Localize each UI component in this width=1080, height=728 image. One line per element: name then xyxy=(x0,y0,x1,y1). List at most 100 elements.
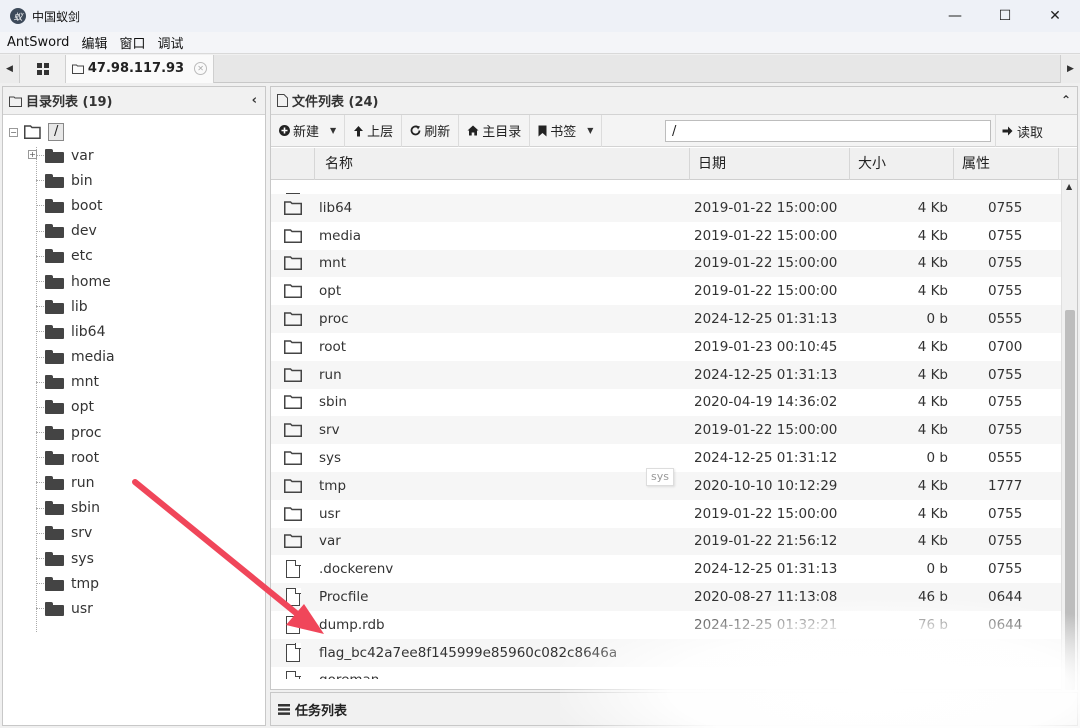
tree-item-proc[interactable]: proc xyxy=(3,420,265,445)
read-button[interactable]: 读取 xyxy=(995,115,1049,147)
file-list-scrollbar[interactable]: ▲ xyxy=(1061,180,1077,691)
tree-item-usr[interactable]: usr xyxy=(3,596,265,621)
grid-icon xyxy=(36,62,49,75)
column-header-attr[interactable]: 属性 xyxy=(954,148,1059,180)
tree-item-media[interactable]: media xyxy=(3,345,265,370)
tree-item-label: lib xyxy=(71,298,88,315)
tab-home[interactable] xyxy=(20,54,66,83)
tree-item-bin[interactable]: bin xyxy=(3,168,265,193)
table-row[interactable]: sbin 2020-04-19 14:36:02 4 Kb 0755 xyxy=(271,389,1061,417)
file-name: tmp xyxy=(319,477,347,494)
list-icon xyxy=(278,703,290,715)
table-row[interactable]: usr 2019-01-22 15:00:00 4 Kb 0755 xyxy=(271,500,1061,528)
table-row[interactable]: .dockerenv 2024-12-25 01:31:13 0 b 0755 xyxy=(271,555,1061,583)
tab-close-icon[interactable]: ✕ xyxy=(194,62,208,75)
table-row[interactable]: root 2019-01-23 00:10:45 4 Kb 0700 xyxy=(271,333,1061,361)
tree-item-tmp[interactable]: tmp xyxy=(3,571,265,596)
folder-icon xyxy=(271,534,315,549)
scroll-thumb[interactable] xyxy=(1065,310,1075,690)
tree-item-dev[interactable]: dev xyxy=(3,219,265,244)
scroll-up-icon[interactable]: ▲ xyxy=(1066,182,1072,191)
tree-item-boot[interactable]: boot xyxy=(3,193,265,218)
tree-item-etc[interactable]: etc xyxy=(3,244,265,269)
table-row[interactable]: Procfile 2020-08-27 11:13:08 46 b 0644 xyxy=(271,583,1061,611)
table-row[interactable]: srv 2019-01-22 15:00:00 4 Kb 0755 xyxy=(271,416,1061,445)
folder-icon xyxy=(45,450,64,465)
tab-bar: ◀ 47.98.117.93 ✕ ▶ xyxy=(0,54,1080,83)
tree-item-opt[interactable]: opt xyxy=(3,395,265,420)
file-attr: 0644 xyxy=(988,616,1023,633)
tree-item-label: mnt xyxy=(71,374,99,391)
refresh-icon xyxy=(410,125,421,136)
tree-root-label[interactable]: / xyxy=(48,123,65,141)
tree-item-sys[interactable]: sys xyxy=(3,546,265,571)
tree-item-label: run xyxy=(71,475,95,492)
tree-item-run[interactable]: run xyxy=(3,470,265,495)
menu-debug[interactable]: 调试 xyxy=(151,33,189,52)
table-row[interactable]: mnt 2019-01-22 15:00:00 4 Kb 0755 xyxy=(271,249,1061,278)
file-name: sys xyxy=(319,450,342,467)
menu-window[interactable]: 窗口 xyxy=(113,33,151,52)
directory-tree: − / + var bin boot dev etc home lib lib64 media mn… xyxy=(3,115,265,632)
table-row[interactable]: dump.rdb 2024-12-25 01:32:21 76 b 0644 xyxy=(271,611,1061,639)
table-row[interactable]: flag_bc42a7ee8f145999e85960c082c8646a xyxy=(271,638,1061,667)
tab-scroll-right-button[interactable]: ▶ xyxy=(1060,54,1080,83)
file-date: 2019-01-22 15:00:00 xyxy=(694,422,838,439)
home-dir-button[interactable]: 主目录 xyxy=(459,114,531,147)
close-button[interactable]: ✕ xyxy=(1030,0,1080,32)
tree-item-lib64[interactable]: lib64 xyxy=(3,319,265,344)
collapse-file-panel-button[interactable]: ⌃ xyxy=(1061,93,1071,107)
file-size: 4 Kb xyxy=(917,366,948,383)
task-panel[interactable]: 任务列表 xyxy=(270,692,1078,726)
folder-icon xyxy=(271,312,315,327)
tree-item-root[interactable]: root xyxy=(3,445,265,470)
tree-item-label: sbin xyxy=(71,500,100,517)
file-attr: 0755 xyxy=(988,533,1023,550)
tree-expand-toggle[interactable]: + xyxy=(28,150,37,159)
menu-antsword[interactable]: AntSword xyxy=(0,35,75,50)
tab-host[interactable]: 47.98.117.93 ✕ xyxy=(66,54,214,83)
folder-icon xyxy=(271,395,315,410)
tree-item-mnt[interactable]: mnt xyxy=(3,370,265,395)
tab-scroll-left-button[interactable]: ◀ xyxy=(0,54,20,83)
minimize-button[interactable]: — xyxy=(930,0,980,32)
tree-guide-line xyxy=(36,155,44,156)
file-size: 4 Kb xyxy=(917,227,948,244)
tree-guide-line xyxy=(36,457,44,459)
path-input[interactable] xyxy=(665,120,991,142)
file-icon xyxy=(271,559,315,579)
file-panel-title: 文件列表 (24) xyxy=(292,95,379,110)
file-size: 4 Kb xyxy=(917,533,948,550)
column-header-size[interactable]: 大小 xyxy=(850,148,954,180)
tree-item-lib[interactable]: lib xyxy=(3,294,265,319)
tree-item-home[interactable]: home xyxy=(3,269,265,294)
table-row[interactable]: opt 2019-01-22 15:00:00 4 Kb 0755 xyxy=(271,277,1061,305)
maximize-button[interactable]: ☐ xyxy=(980,0,1030,32)
arrow-right-icon xyxy=(1002,126,1013,136)
tree-item-var[interactable]: + var xyxy=(3,143,265,168)
menu-edit[interactable]: 编辑 xyxy=(75,33,113,52)
new-button-label: 新建 xyxy=(293,125,320,140)
column-header-name[interactable]: 名称 xyxy=(315,148,690,180)
collapse-left-panel-button[interactable]: ‹ xyxy=(252,93,257,108)
tree-item-sbin[interactable]: sbin xyxy=(3,496,265,521)
new-button[interactable]: 新建 ▼ xyxy=(271,114,346,147)
tree-item-srv[interactable]: srv xyxy=(3,521,265,546)
bookmark-button[interactable]: 书签 ▼ xyxy=(530,114,603,147)
caret-down-icon: ▼ xyxy=(587,126,594,135)
tree-guide-line xyxy=(36,608,44,610)
table-row[interactable]: var 2019-01-22 21:56:12 4 Kb 0755 xyxy=(271,527,1061,556)
tree-root[interactable]: − / xyxy=(3,121,265,143)
folder-icon xyxy=(45,425,64,440)
tree-collapse-toggle[interactable]: − xyxy=(9,127,18,137)
file-attr: 0555 xyxy=(988,311,1023,328)
table-row[interactable]: proc 2024-12-25 01:31:13 0 b 0555 xyxy=(271,305,1061,333)
file-size: 4 Kb xyxy=(917,505,948,522)
table-row[interactable]: goreman xyxy=(271,667,1061,679)
table-row[interactable]: lib64 2019-01-22 15:00:00 4 Kb 0755 xyxy=(271,194,1061,222)
refresh-button[interactable]: 刷新 xyxy=(402,114,460,147)
column-header-date[interactable]: 日期 xyxy=(690,148,850,180)
table-row[interactable]: media 2019-01-22 15:00:00 4 Kb 0755 xyxy=(271,222,1061,250)
up-level-button[interactable]: 上层 xyxy=(345,114,403,147)
table-row[interactable]: run 2024-12-25 01:31:13 4 Kb 0755 xyxy=(271,360,1061,389)
